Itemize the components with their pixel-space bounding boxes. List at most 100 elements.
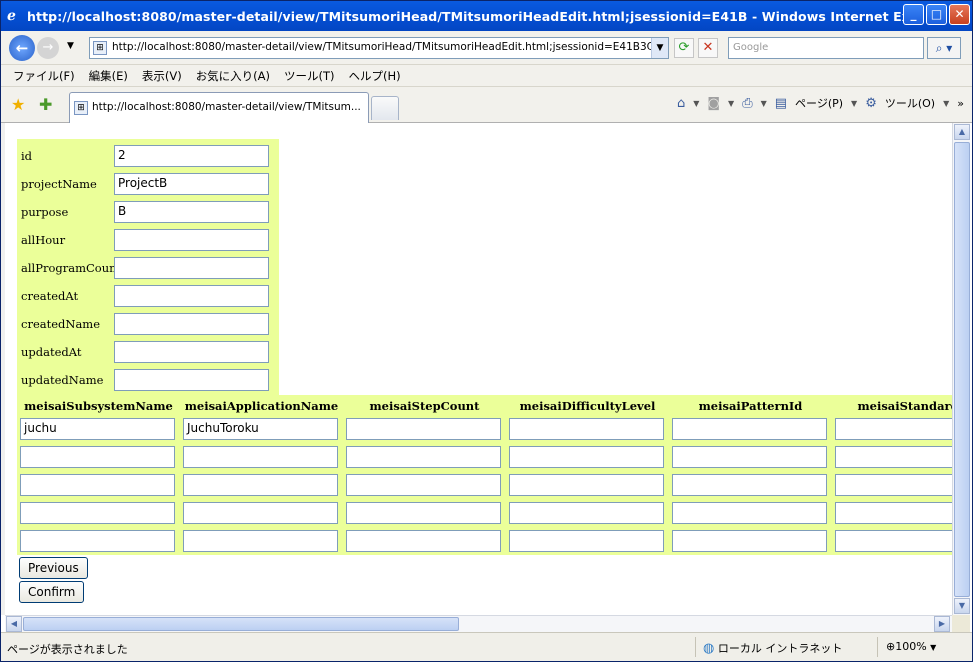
back-button[interactable]: ← [9,35,35,61]
menu-help[interactable]: ヘルプ(H) [349,68,401,84]
confirm-button[interactable]: Confirm [19,581,85,603]
form-row-id: id 2 [20,142,279,170]
feeds-dropdown-icon[interactable]: ▼ [728,99,734,108]
favorites-star-icon[interactable]: ★ [11,95,25,114]
close-button[interactable]: ✕ [949,4,970,25]
table-cell-input[interactable] [183,446,338,468]
minimize-button[interactable]: _ [903,4,924,25]
table-cell-input[interactable] [672,530,827,552]
updated-name-field[interactable] [114,369,269,391]
created-name-field[interactable] [114,313,269,335]
purpose-field[interactable]: B [114,201,269,223]
table-cell-input[interactable] [835,502,952,524]
created-at-field[interactable] [114,285,269,307]
table-cell-input[interactable] [509,502,664,524]
stop-button[interactable]: ✕ [698,38,718,58]
form-row-purpose: purpose B [20,198,279,226]
forward-button[interactable]: → [37,37,59,59]
feeds-icon[interactable]: ◙ [707,96,720,111]
menu-favorites[interactable]: お気に入り(A) [196,68,270,84]
table-cell-input[interactable] [835,474,952,496]
zoom-dropdown-icon[interactable]: ▼ [930,643,936,652]
scroll-left-icon[interactable]: ◀ [6,616,22,632]
add-favorite-icon[interactable]: ✚ [39,95,52,114]
table-cell-input[interactable] [835,530,952,552]
table-cell-input[interactable] [672,446,827,468]
ie-logo-icon: ℯ [7,8,16,24]
refresh-button[interactable]: ⟳ [674,38,694,58]
updated-at-field[interactable] [114,341,269,363]
table-cell-input[interactable] [509,530,664,552]
table-cell-input[interactable] [346,502,501,524]
status-text: ページが表示されました [7,643,128,656]
zoom-control[interactable]: ⊕100% ▼ [886,640,936,653]
search-input[interactable]: Google [728,37,924,59]
all-hour-field[interactable] [114,229,269,251]
table-cell-input[interactable] [20,502,175,524]
table-cell-input[interactable] [183,530,338,552]
all-program-count-field[interactable] [114,257,269,279]
field-label: id [21,149,33,163]
chevron-more-icon[interactable]: » [957,97,964,110]
table-cell-input[interactable] [346,418,501,440]
tab-current-page[interactable]: ⊞ http://localhost:8080/master-detail/vi… [69,92,369,123]
tools-menu[interactable]: ツール(O) [885,95,935,111]
print-icon[interactable]: ⎙ [742,96,752,111]
field-label: allHour [21,233,66,247]
field-label: allProgramCount [21,261,122,275]
table-cell-input[interactable] [183,502,338,524]
home-dropdown-icon[interactable]: ▼ [693,99,699,108]
table-cell-input[interactable] [20,446,175,468]
table-cell-input[interactable] [672,418,827,440]
table-cell-input[interactable] [20,474,175,496]
table-cell-input[interactable] [672,502,827,524]
menu-tools[interactable]: ツール(T) [284,68,335,84]
table-cell-input[interactable] [20,530,175,552]
table-cell-input[interactable] [183,474,338,496]
search-button[interactable]: ⌕ ▾ [927,37,961,59]
table-cell-input[interactable] [835,418,952,440]
url-input[interactable]: ⊞ http://localhost:8080/master-detail/vi… [89,37,669,59]
table-cell-input[interactable] [346,446,501,468]
page-dropdown-icon[interactable]: ▼ [851,99,857,108]
id-field[interactable]: 2 [114,145,269,167]
print-dropdown-icon[interactable]: ▼ [761,99,767,108]
project-name-field[interactable]: ProjectB [114,173,269,195]
table-cell-input[interactable] [346,474,501,496]
scroll-up-icon[interactable]: ▲ [954,124,970,140]
table-cell-input[interactable] [672,474,827,496]
menu-view[interactable]: 表示(V) [142,68,182,84]
table-cell-input[interactable] [509,446,664,468]
new-tab-button[interactable] [371,96,399,120]
form-row-allprogramcount: allProgramCount [20,254,279,282]
table-cell-input[interactable] [346,530,501,552]
url-dropdown-icon[interactable]: ▼ [651,38,668,58]
column-header: meisaiStepCount [369,399,480,413]
table-cell-input[interactable] [509,418,664,440]
scroll-down-icon[interactable]: ▼ [954,598,970,614]
tools-dropdown-icon[interactable]: ▼ [943,99,949,108]
scroll-corner [952,615,970,632]
previous-button[interactable]: Previous [19,557,88,579]
history-dropdown-icon[interactable]: ▼ [67,41,74,51]
security-zone[interactable]: ◍ ローカル イントラネット [703,640,842,656]
menu-file[interactable]: ファイル(F) [13,68,75,84]
maximize-button[interactable]: □ [926,4,947,25]
home-icon[interactable]: ⌂ [677,96,685,111]
horizontal-scroll-thumb[interactable] [23,617,459,631]
horizontal-scrollbar[interactable]: ◀ ▶ [5,615,952,632]
table-cell-input[interactable] [509,474,664,496]
table-cell-input[interactable]: juchu [20,418,175,440]
zoom-icon: ⊕ [886,640,896,653]
menu-edit[interactable]: 編集(E) [89,68,128,84]
vertical-scrollbar[interactable]: ▲ ▼ [952,123,970,615]
page-menu[interactable]: ページ(P) [795,95,843,111]
vertical-scroll-thumb[interactable] [954,142,970,597]
table-cell-input[interactable] [835,446,952,468]
column-header: meisaiApplicationName [184,399,339,413]
tab-favicon-icon: ⊞ [74,101,88,115]
table-cell-input[interactable]: JuchuToroku [183,418,338,440]
globe-icon: ◍ [703,641,715,656]
scroll-right-icon[interactable]: ▶ [934,616,950,632]
page-favicon-icon: ⊞ [93,41,107,55]
